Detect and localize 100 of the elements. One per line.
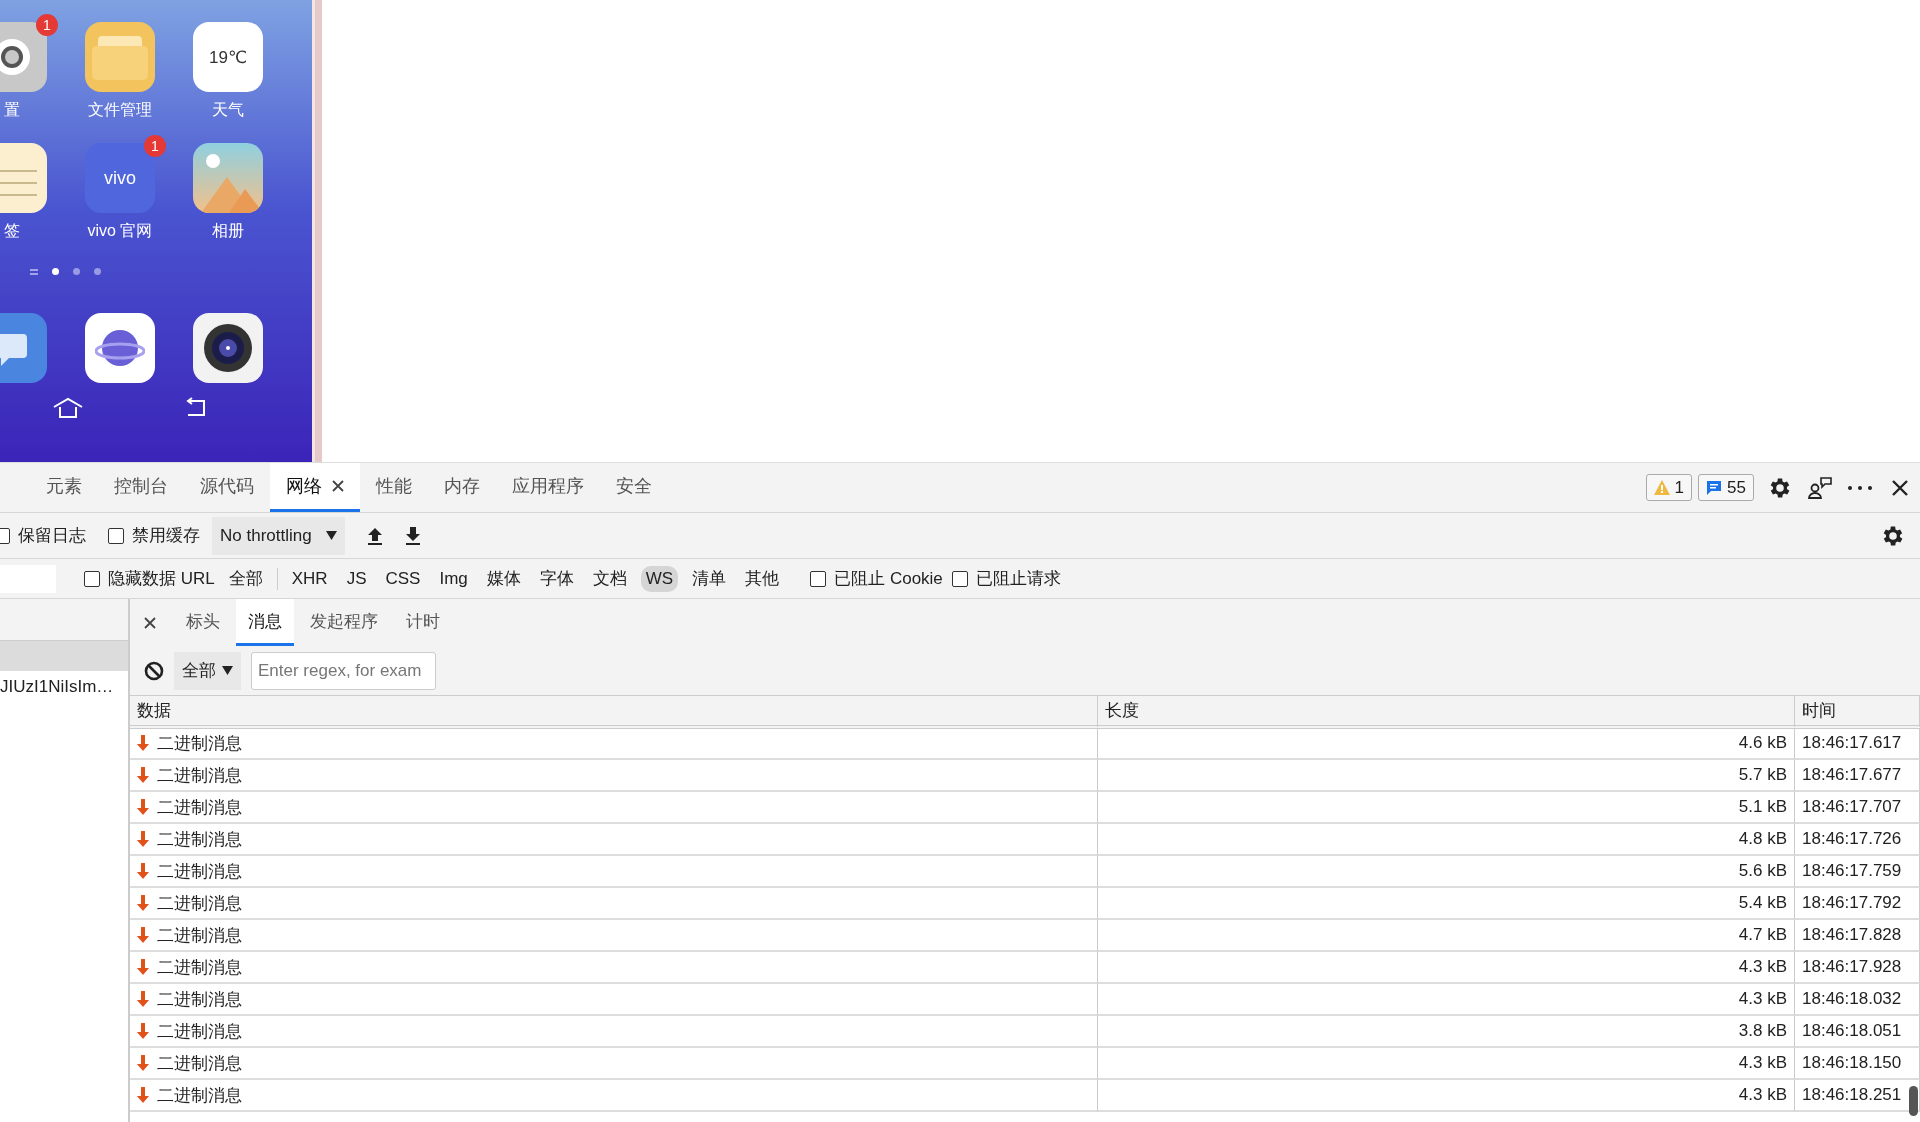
upload-icon[interactable] <box>366 526 383 545</box>
type-filter[interactable]: JS <box>341 565 372 592</box>
message-length: 5.4 kB <box>1738 893 1787 913</box>
app-label: vivo 官网 <box>87 221 153 241</box>
back-icon[interactable] <box>184 397 208 417</box>
page-dot[interactable] <box>52 268 59 275</box>
detail-tab[interactable]: 标头 <box>174 599 232 646</box>
checkbox[interactable]: 已阻止请求 <box>951 567 1061 590</box>
type-filter[interactable]: 媒体 <box>481 564 526 593</box>
devtools-tab[interactable]: 源代码 <box>184 463 270 512</box>
message-data: 二进制消息 <box>157 1020 242 1043</box>
globe-icon[interactable] <box>85 313 155 383</box>
down-arrow-icon <box>137 831 149 847</box>
checkbox[interactable]: 已阻止 Cookie <box>810 567 943 590</box>
column-header[interactable]: 数据 <box>130 696 1098 729</box>
message-time: 18:46:18.251 <box>1802 1085 1902 1105</box>
message-data: 二进制消息 <box>157 1052 242 1075</box>
down-arrow-icon <box>137 927 149 943</box>
checkbox[interactable]: 隐藏数据 URL <box>84 567 215 590</box>
message-time: 18:46:17.677 <box>1802 765 1902 785</box>
warnings-badge[interactable]: 1 <box>1645 474 1693 501</box>
dropdown-icon <box>222 666 233 675</box>
down-arrow-icon <box>137 895 149 911</box>
notification-badge: 1 <box>36 14 58 36</box>
devtools-tab[interactable]: 控制台 <box>98 463 184 512</box>
message-length: 4.6 kB <box>1738 733 1787 753</box>
checkbox[interactable]: 保留日志 <box>0 524 86 547</box>
throttling-select[interactable]: No throttling <box>212 516 345 555</box>
message-data: 二进制消息 <box>157 1084 242 1107</box>
message-time: 18:46:17.726 <box>1802 829 1902 849</box>
down-arrow-icon <box>137 991 149 1007</box>
app-label: 置 <box>4 100 20 120</box>
message-data: 二进制消息 <box>157 988 242 1011</box>
checkbox[interactable]: 禁用缓存 <box>108 524 200 547</box>
message-data: 二进制消息 <box>157 956 242 979</box>
app-label: 签 <box>4 221 20 241</box>
message-length: 5.1 kB <box>1738 797 1787 817</box>
message-time: 18:46:17.928 <box>1802 957 1902 977</box>
column-header[interactable]: 时间 <box>1795 696 1920 729</box>
camera-icon[interactable] <box>193 313 263 383</box>
type-filter[interactable]: 其他 <box>740 564 785 593</box>
message-data: 二进制消息 <box>157 828 242 851</box>
type-filter[interactable]: WS <box>640 565 679 592</box>
message-length: 4.7 kB <box>1738 925 1787 945</box>
message-time: 18:46:18.032 <box>1802 989 1902 1009</box>
page-dot[interactable] <box>73 268 80 275</box>
detail-tab[interactable]: 发起程序 <box>298 599 390 646</box>
dropdown-icon <box>325 531 337 540</box>
feedback-icon[interactable] <box>1807 475 1833 500</box>
app-label: 文件管理 <box>88 100 152 120</box>
message-time: 18:46:17.828 <box>1802 925 1902 945</box>
page-dot[interactable] <box>94 268 101 275</box>
devtools-tab[interactable]: 元素 <box>30 463 98 512</box>
clear-icon[interactable] <box>144 660 164 681</box>
message-icon <box>1706 479 1723 496</box>
message-length: 3.8 kB <box>1738 1021 1787 1041</box>
column-header[interactable]: 长度 <box>1098 696 1795 729</box>
detail-tab[interactable]: 消息 <box>236 599 294 646</box>
messages-badge[interactable]: 55 <box>1698 474 1754 501</box>
message-time: 18:46:17.759 <box>1802 861 1902 881</box>
scrollbar-thumb[interactable] <box>1909 1086 1918 1116</box>
folder-icon[interactable] <box>85 22 155 92</box>
message-type-select[interactable]: 全部 <box>174 651 241 690</box>
type-filter[interactable]: Img <box>434 565 473 592</box>
type-filter[interactable]: 全部 <box>223 564 268 593</box>
warning-icon <box>1653 480 1670 495</box>
detail-tab[interactable]: 计时 <box>394 599 452 646</box>
down-arrow-icon <box>137 863 149 879</box>
message-data: 二进制消息 <box>157 924 242 947</box>
gallery-icon[interactable] <box>193 143 263 213</box>
request-name[interactable]: JIUzI1NiIsIm… <box>0 671 128 697</box>
download-icon[interactable] <box>404 526 421 545</box>
close-icon[interactable] <box>1892 479 1908 496</box>
type-filter[interactable]: 文档 <box>587 564 632 593</box>
down-arrow-icon <box>137 735 149 751</box>
message-length: 4.8 kB <box>1738 829 1787 849</box>
warnings-count: 1 <box>1674 477 1685 498</box>
devtools-tab[interactable]: 网络 <box>270 463 360 512</box>
devtools-tab[interactable]: 安全 <box>600 463 668 512</box>
message-length: 5.6 kB <box>1738 861 1787 881</box>
type-filter[interactable]: 字体 <box>534 564 579 593</box>
regex-field[interactable]: Enter regex, for exam <box>251 651 436 690</box>
message-time: 18:46:17.792 <box>1802 893 1902 913</box>
devtools-tab[interactable]: 内存 <box>428 463 496 512</box>
type-filter[interactable]: XHR <box>286 565 333 592</box>
close-icon[interactable] <box>332 480 344 492</box>
message-data: 二进制消息 <box>157 860 242 883</box>
down-arrow-icon <box>137 959 149 975</box>
more-icon[interactable] <box>1848 485 1872 490</box>
message-data: 二进制消息 <box>157 732 242 755</box>
type-filter[interactable]: 清单 <box>687 564 732 593</box>
type-filter[interactable]: CSS <box>380 565 426 592</box>
message-data: 二进制消息 <box>157 764 242 787</box>
weather-icon[interactable]: 19℃ <box>193 22 263 92</box>
devtools-tab[interactable]: 应用程序 <box>496 463 600 512</box>
down-arrow-icon <box>137 799 149 815</box>
message-length: 4.3 kB <box>1738 957 1787 977</box>
devtools-tab[interactable]: 性能 <box>360 463 428 512</box>
home-icon[interactable] <box>52 397 84 419</box>
app-label: 天气 <box>212 100 244 120</box>
